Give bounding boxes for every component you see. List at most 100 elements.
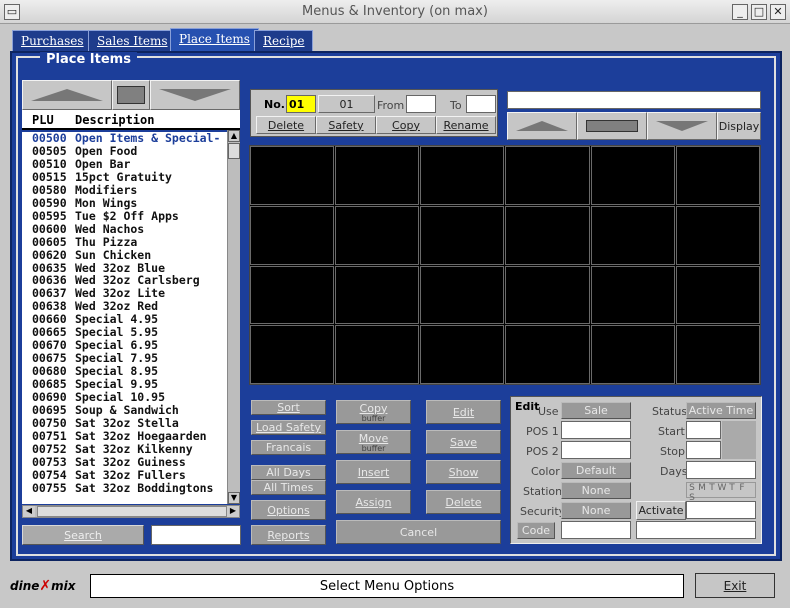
reports-button[interactable]: Reports [251,525,326,545]
day-toggles[interactable]: S M T W T FS [686,482,756,503]
options-button[interactable]: Options [251,500,326,520]
plu-code: 00505 [32,143,67,158]
delete-button[interactable]: Delete [426,490,501,514]
security-none-button[interactable]: None [561,502,631,519]
grid-cell[interactable] [335,205,420,265]
no-input[interactable]: 01 [286,95,316,113]
grid-cell[interactable] [590,325,675,384]
plu-list[interactable]: 00500 Open Items & Special- 00505 Open Food… [22,132,227,504]
from-input[interactable] [406,95,436,113]
rename-button[interactable]: Rename [436,116,496,134]
day-toggle[interactable]: F [737,483,747,493]
grid-cell[interactable] [505,205,590,265]
grid-cell[interactable] [420,325,505,384]
copy-buffer-button[interactable]: Copy buffer [336,400,411,424]
pos2-input[interactable] [561,441,631,459]
grid-cell[interactable] [420,205,505,265]
stop-input[interactable] [686,441,721,459]
grid-cell[interactable] [335,265,420,325]
tab-recipe[interactable]: Recipe [254,30,314,52]
grid-cell[interactable] [675,146,760,205]
grid-cell[interactable] [675,325,760,384]
day-toggle[interactable]: T [727,483,737,493]
grid-cell[interactable] [505,265,590,325]
grid-cell[interactable] [505,146,590,205]
description-input[interactable] [507,91,761,109]
grid-cell[interactable] [675,205,760,265]
list-up-button[interactable] [22,80,112,110]
close-icon[interactable]: ✕ [770,4,786,20]
grid-cell[interactable] [590,265,675,325]
code-button[interactable]: Code [517,522,555,539]
to-input[interactable] [466,95,496,113]
scroll-down-icon[interactable]: ▼ [228,492,240,504]
start-input[interactable] [686,421,721,439]
grid-cell[interactable] [420,146,505,205]
scroll-left-icon[interactable]: ◀ [23,506,35,517]
scroll-thumb[interactable] [228,143,240,159]
grid-cell[interactable] [250,325,335,384]
sort-button[interactable]: Sort [251,400,326,415]
pos1-input[interactable] [561,421,631,439]
save-button[interactable]: Save [426,430,501,454]
all-days-button[interactable]: All Days [251,465,326,480]
grid-cell[interactable] [675,265,760,325]
grid-cell[interactable] [590,205,675,265]
list-item[interactable]: 00755 Sat 32oz Boddingtons [22,481,227,495]
vertical-scrollbar[interactable]: ▲ ▼ [227,130,240,504]
assign-button[interactable]: Assign [336,490,411,514]
scroll-right-icon[interactable]: ▶ [227,506,239,517]
day-toggle[interactable]: S [687,483,697,493]
default-color-button[interactable]: Default [561,462,631,479]
activate-value-input[interactable] [636,521,756,539]
insert-button[interactable]: Insert [336,460,411,484]
code-input[interactable] [561,521,631,539]
display-button[interactable]: Display [717,112,761,140]
station-none-button[interactable]: None [561,482,631,499]
edit-button[interactable]: Edit [426,400,501,424]
active-time-button[interactable]: Active Time [686,402,756,419]
button-grid[interactable] [249,145,761,385]
grid-cell[interactable] [335,146,420,205]
activate-button[interactable]: Activate [636,501,686,520]
grid-up-button[interactable] [507,112,577,140]
activate-input[interactable] [686,501,756,519]
grid-cell[interactable] [420,265,505,325]
load-safety-button[interactable]: Load Safety [251,420,326,435]
search-button[interactable]: Search [22,525,144,545]
scroll-up-icon[interactable]: ▲ [228,130,240,142]
tab-place-items[interactable]: Place Items [170,28,259,52]
show-button[interactable]: Show [426,460,501,484]
francais-button[interactable]: Francais [251,440,326,455]
grid-cell[interactable] [250,146,335,205]
grid-cell[interactable] [250,205,335,265]
day-toggle[interactable]: W [717,483,727,493]
all-times-button[interactable]: All Times [251,480,326,495]
minimize-icon[interactable]: _ [732,4,748,20]
grid-cell[interactable] [505,325,590,384]
move-buffer-button[interactable]: Move buffer [336,430,411,454]
security-label: Security [520,505,566,518]
tab-purchases[interactable]: Purchases [12,30,93,52]
sale-button[interactable]: Sale [561,402,631,419]
copy-top-button[interactable]: Copy [376,116,436,134]
grid-stop-button[interactable] [577,112,647,140]
day-toggle[interactable]: T [707,483,717,493]
list-stop-button[interactable] [112,80,150,110]
maximize-icon[interactable]: □ [751,4,767,20]
h-scroll-thumb[interactable] [37,506,227,517]
days-input[interactable] [686,461,756,479]
exit-button[interactable]: Exit [695,573,775,598]
horizontal-scrollbar[interactable]: ◀ ▶ [22,505,240,518]
cancel-button[interactable]: Cancel [336,520,501,544]
search-input[interactable] [151,525,241,545]
safety-button[interactable]: Safety [316,116,376,134]
grid-cell[interactable] [335,325,420,384]
delete-top-button[interactable]: Delete [256,116,316,134]
grid-cell[interactable] [590,146,675,205]
list-down-button[interactable] [150,80,240,110]
grid-cell[interactable] [250,265,335,325]
day-toggle[interactable]: M [697,483,707,493]
grid-down-button[interactable] [647,112,717,140]
tab-sales-items[interactable]: Sales Items [88,30,177,52]
